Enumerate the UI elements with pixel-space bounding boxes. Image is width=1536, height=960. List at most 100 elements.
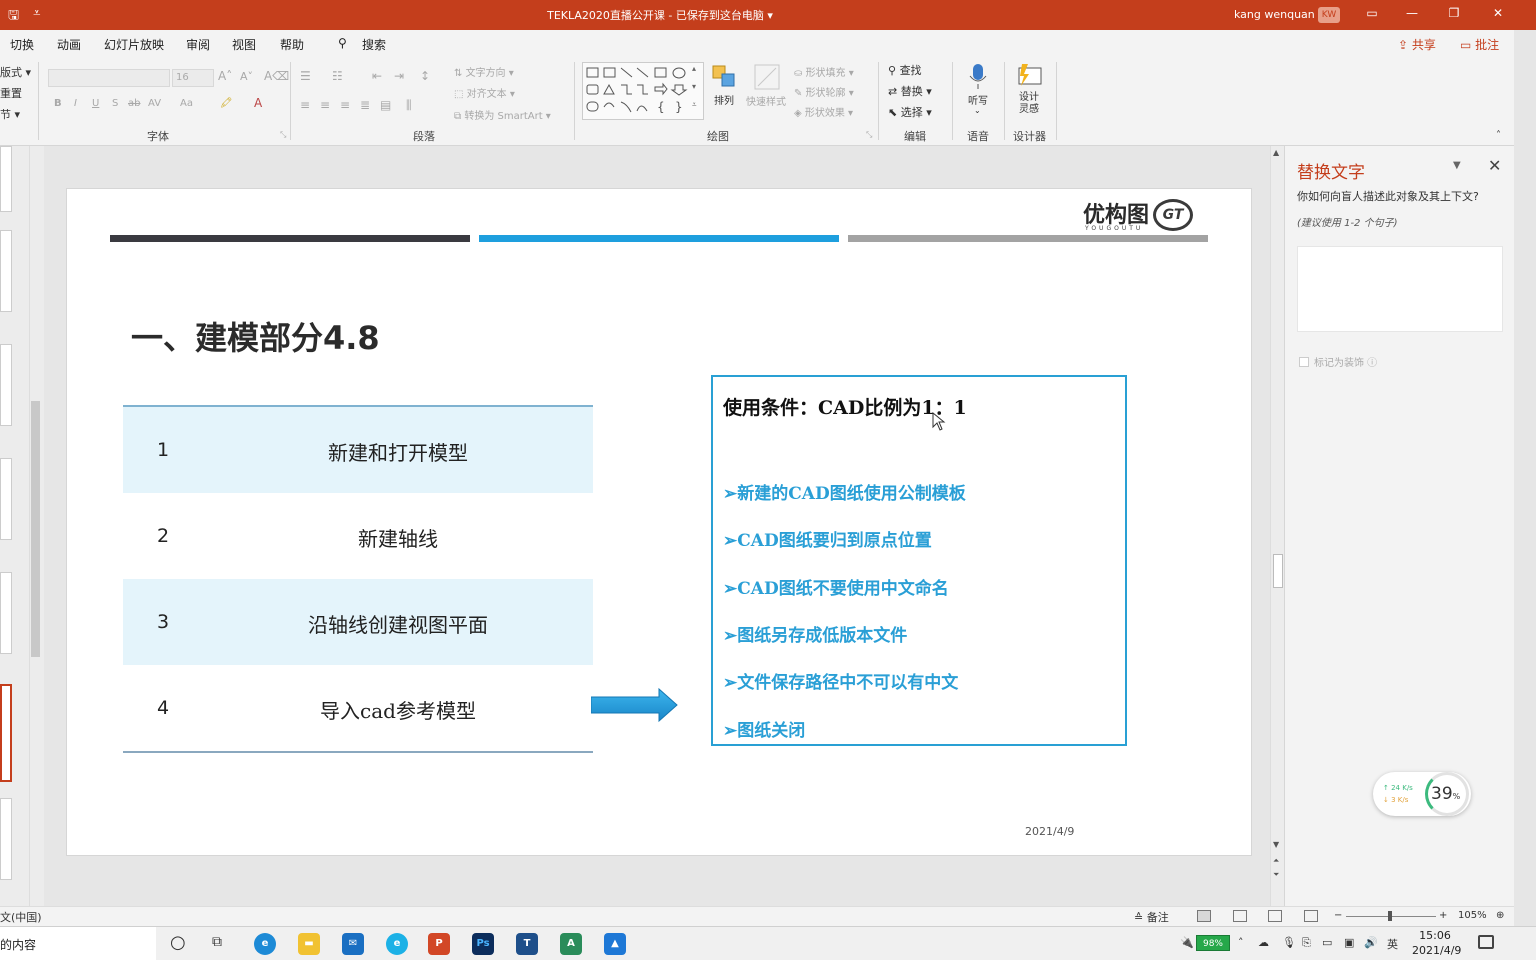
battery-tray-icon[interactable]: ▭ xyxy=(1322,936,1332,949)
user-name[interactable]: kang wenquan xyxy=(1234,8,1315,21)
slideshow-icon[interactable] xyxy=(1304,910,1318,922)
justify-icon[interactable]: ≣ xyxy=(360,98,370,112)
volume-icon[interactable]: 🔊 xyxy=(1364,936,1378,949)
font-color-button[interactable]: A xyxy=(254,96,262,110)
slide-thumbnail[interactable] xyxy=(0,458,12,540)
zoom-level[interactable]: 105% xyxy=(1458,910,1487,921)
slide-thumbnail[interactable] xyxy=(0,572,12,654)
file-explorer-icon[interactable]: ▬ xyxy=(298,933,320,955)
slide-thumbnail[interactable] xyxy=(0,344,12,426)
slide-thumbnail-selected[interactable] xyxy=(0,684,12,782)
slide-title[interactable]: 一、建模部分4.8 xyxy=(131,313,380,359)
slide-scroll-thumb[interactable] xyxy=(1273,554,1283,588)
quick-styles-button[interactable]: 快速样式 xyxy=(746,93,786,108)
language-indicator[interactable]: 文(中国) xyxy=(0,909,42,925)
section-button[interactable]: 节 ▾ xyxy=(0,106,20,122)
browser-icon[interactable]: e xyxy=(386,933,408,955)
pane-options-icon[interactable]: ▼ xyxy=(1453,160,1461,171)
change-case-button[interactable]: Aa xyxy=(180,98,193,109)
decrease-indent-icon[interactable]: ⇤ xyxy=(372,69,382,83)
char-spacing-button[interactable]: AV xyxy=(148,98,161,109)
restore-icon[interactable]: ❐ xyxy=(1444,6,1464,20)
gallery-more-icon[interactable]: ⩡ xyxy=(692,100,697,110)
tab-help[interactable]: 帮助 xyxy=(280,36,304,53)
cloud-icon[interactable]: ☁ xyxy=(1258,936,1269,949)
zoom-out-button[interactable]: − xyxy=(1334,910,1342,921)
search-icon[interactable]: ⚲ xyxy=(338,36,347,50)
alt-text-input[interactable] xyxy=(1297,246,1503,332)
normal-view-icon[interactable] xyxy=(1197,910,1211,922)
gallery-down-icon[interactable]: ▾ xyxy=(692,82,696,91)
ribbon-display-icon[interactable]: ▭ xyxy=(1362,6,1382,20)
replace-button[interactable]: ⇄ 替换 ▾ xyxy=(888,83,932,99)
network-icon[interactable]: ▣ xyxy=(1344,936,1354,949)
scroll-up-icon[interactable]: ▲ xyxy=(1273,148,1279,157)
close-icon[interactable]: ✕ xyxy=(1488,156,1501,175)
slide-thumbnail[interactable] xyxy=(0,230,12,312)
battery-indicator[interactable]: 98% xyxy=(1196,935,1230,951)
conditions-textbox[interactable]: 使用条件：CAD比例为1：1 ➢新建的CAD图纸使用公制模板 ➢CAD图纸要归到… xyxy=(711,375,1127,746)
shape-effects-button[interactable]: ◈ 形状效果 ▾ xyxy=(794,104,853,119)
clock[interactable]: 15:06 2021/4/9 xyxy=(1412,928,1461,958)
bold-button[interactable]: B xyxy=(54,98,62,109)
layout-button[interactable]: 版式 ▾ xyxy=(0,64,31,80)
align-left-icon[interactable]: ≡ xyxy=(300,98,310,112)
numbering-icon[interactable]: ☷ xyxy=(332,69,343,83)
grow-font-icon[interactable]: A˄ xyxy=(218,69,232,83)
distributed-icon[interactable]: ▤ xyxy=(380,98,391,112)
shadow-button[interactable]: S xyxy=(112,98,118,109)
microphone-tray-icon[interactable]: 🎙 xyxy=(1282,936,1296,949)
network-speed-widget[interactable]: ↑ 24 K/s ↓ 3 K/s 39% xyxy=(1373,772,1471,816)
underline-button[interactable]: U xyxy=(92,98,99,109)
dialog-launcher-icon[interactable]: ⤡ xyxy=(866,130,872,140)
line-spacing-icon[interactable]: ↕ xyxy=(420,69,430,83)
shapes-gallery[interactable]: {} xyxy=(582,62,704,120)
step-row[interactable]: 2 新建轴线 xyxy=(123,493,593,579)
ime-indicator[interactable]: 英 xyxy=(1387,936,1398,952)
edge-icon[interactable]: e xyxy=(254,933,276,955)
slide-thumbnail[interactable] xyxy=(0,798,12,880)
mark-decorative-checkbox[interactable]: 标记为装饰 ⓘ xyxy=(1299,354,1377,369)
smartart-button[interactable]: ⧉ 转换为 SmartArt ▾ xyxy=(454,107,551,122)
slide-sorter-icon[interactable] xyxy=(1233,910,1247,922)
photoshop-icon[interactable]: Ps xyxy=(472,933,494,955)
dictate-dropdown-icon[interactable]: ⌄ xyxy=(974,106,981,115)
gallery-up-icon[interactable]: ▴ xyxy=(692,64,696,73)
app-icon[interactable]: ▲ xyxy=(604,933,626,955)
tekla-icon[interactable]: T xyxy=(516,933,538,955)
mail-icon[interactable]: ✉ xyxy=(342,933,364,955)
notification-icon[interactable] xyxy=(1478,935,1494,949)
notes-button[interactable]: ≙ 备注 xyxy=(1134,909,1169,925)
step-row[interactable]: 3 沿轴线创建视图平面 xyxy=(123,579,593,665)
italic-button[interactable]: I xyxy=(74,98,77,109)
increase-indent-icon[interactable]: ⇥ xyxy=(394,69,404,83)
find-button[interactable]: ⚲ 查找 xyxy=(888,62,922,78)
clear-format-icon[interactable]: A⌫ xyxy=(264,69,289,83)
zoom-slider-handle[interactable] xyxy=(1388,911,1392,921)
acad-icon[interactable]: A xyxy=(560,933,582,955)
taskbar-search[interactable]: 的内容 xyxy=(0,927,156,960)
collapse-ribbon-icon[interactable]: ˄ xyxy=(1496,130,1501,141)
designer-button[interactable]: 设计灵感 xyxy=(1019,92,1043,116)
slide-thumbnail[interactable] xyxy=(0,146,12,212)
tab-transitions[interactable]: 切换 xyxy=(10,36,34,53)
tab-search[interactable]: 搜索 xyxy=(362,36,386,53)
close-icon[interactable]: ✕ xyxy=(1488,6,1508,20)
designer-icon[interactable] xyxy=(1016,62,1042,88)
previous-slide-icon[interactable]: ⏶ xyxy=(1273,856,1279,866)
reading-view-icon[interactable] xyxy=(1268,910,1282,922)
share-button[interactable]: ⇪ 共享 xyxy=(1398,36,1436,53)
slide-canvas[interactable]: 优构图 YOUGOUTU GT 一、建模部分4.8 1 新建和打开模型 2 新建… xyxy=(66,188,1252,856)
next-slide-icon[interactable]: ⏷ xyxy=(1273,870,1279,880)
shape-fill-button[interactable]: ⛀ 形状填充 ▾ xyxy=(794,64,854,79)
right-arrow-icon[interactable] xyxy=(591,687,679,723)
dialog-launcher-icon[interactable]: ⤡ xyxy=(280,130,286,140)
powerpoint-icon[interactable]: P xyxy=(428,933,450,955)
comment-button[interactable]: ▭ 批注 xyxy=(1460,36,1499,53)
reset-button[interactable]: 重置 xyxy=(0,85,22,101)
select-button[interactable]: ⬉ 选择 ▾ xyxy=(888,104,932,120)
arrange-button[interactable]: 排列 xyxy=(714,92,734,107)
minimize-icon[interactable]: — xyxy=(1402,6,1422,20)
slide-scrollbar[interactable]: ▲ ▼ ⏶ ⏷ xyxy=(1270,146,1284,906)
thumbnails-scroll-thumb[interactable] xyxy=(31,401,40,657)
